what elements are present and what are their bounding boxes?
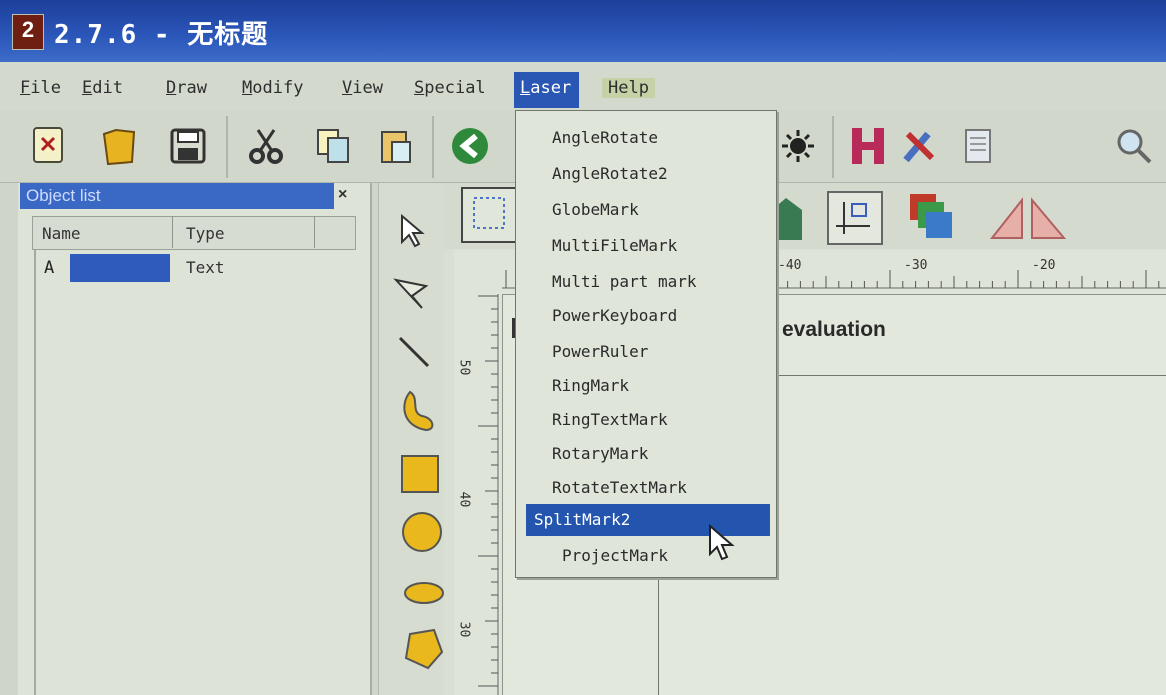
save-icon[interactable] — [166, 124, 210, 168]
draw-toolbox — [378, 183, 445, 695]
menu-modify[interactable]: Modify — [242, 78, 303, 98]
menu-item-powerruler[interactable]: PowerRuler — [552, 342, 648, 361]
app-icon: 2 — [12, 14, 44, 50]
curve-tool-icon[interactable] — [396, 388, 438, 434]
ruler-label: -40 — [778, 258, 802, 273]
ellipse-tool-icon[interactable] — [402, 576, 446, 610]
menu-item-ringmark[interactable]: RingMark — [552, 376, 629, 395]
object-row-name[interactable]: A — [44, 258, 54, 278]
menu-item-ringtextmark[interactable]: RingTextMark — [552, 410, 668, 429]
menu-help[interactable]: Help — [602, 78, 655, 98]
line-tool-icon[interactable] — [394, 332, 434, 372]
toolbar-separator — [226, 116, 228, 178]
back-arrow-icon[interactable] — [448, 124, 492, 168]
ruler-label: 50 — [456, 359, 472, 376]
column-header-name[interactable]: Name — [42, 224, 81, 243]
menu-draw[interactable]: Draw — [166, 78, 207, 98]
menu-item-rotatetextmark[interactable]: RotateTextMark — [552, 478, 687, 497]
menu-item-multipartmark[interactable]: Multi part mark — [552, 272, 697, 291]
rectangle-tool-icon[interactable] — [398, 452, 442, 496]
object-list-title: Object list — [20, 183, 334, 209]
zoom-search-icon[interactable] — [1112, 124, 1156, 168]
node-edit-icon[interactable] — [390, 272, 430, 312]
tools-wrench-icon[interactable] — [898, 124, 942, 168]
paste-icon[interactable] — [374, 124, 418, 168]
canvas-text[interactable]: r evaluation — [768, 318, 886, 342]
window-title: 2.7.6 - 无标题 — [54, 20, 269, 50]
menu-view[interactable]: View — [342, 78, 383, 98]
menu-item-powerkeyboard[interactable]: PowerKeyboard — [552, 306, 677, 325]
menu-file[interactable]: File — [20, 78, 61, 98]
mouse-cursor-icon — [709, 524, 735, 561]
h-tool-icon[interactable] — [846, 124, 890, 168]
panel-border — [34, 250, 36, 695]
menu-item-anglerotate2[interactable]: AngleRotate2 — [552, 164, 668, 183]
select-group-icon[interactable] — [460, 186, 520, 244]
ruler-label: 40 — [456, 491, 472, 508]
open-folder-icon[interactable] — [98, 124, 142, 168]
toolbar-separator — [832, 116, 834, 178]
ruler-label: 30 — [456, 621, 472, 638]
mirror-icon[interactable] — [988, 192, 1068, 242]
layer-color-icon[interactable] — [904, 190, 960, 246]
circle-tool-icon[interactable] — [400, 510, 444, 554]
menu-item-anglerotate[interactable]: AngleRotate — [552, 128, 658, 147]
object-row-type[interactable]: Text — [186, 258, 225, 277]
new-file-icon[interactable] — [28, 124, 72, 168]
ruler-label: -20 — [1032, 258, 1056, 273]
menu-item-globemark[interactable]: GlobeMark — [552, 200, 639, 219]
menu-item-multifilemark[interactable]: MultiFileMark — [552, 236, 677, 255]
copy-icon[interactable] — [312, 124, 356, 168]
select-arrow-icon[interactable] — [392, 210, 432, 250]
menu-laser[interactable]: Laser — [514, 72, 580, 108]
menu-special[interactable]: Special — [414, 78, 486, 98]
column-header-type[interactable]: Type — [186, 224, 225, 243]
menu-item-projectmark[interactable]: ProjectMark — [562, 546, 668, 565]
ruler-label: -30 — [904, 258, 928, 273]
polygon-tool-icon[interactable] — [402, 626, 446, 672]
sun-light-icon[interactable] — [776, 124, 820, 168]
document-icon[interactable] — [956, 124, 1000, 168]
menu-item-rotarymark[interactable]: RotaryMark — [552, 444, 648, 463]
column-divider[interactable] — [172, 216, 173, 248]
menu-item-splitmark2[interactable]: SplitMark2 — [534, 510, 630, 529]
toolbar-separator — [432, 116, 434, 178]
close-icon[interactable]: × — [338, 186, 347, 204]
cut-icon[interactable] — [244, 124, 288, 168]
object-row-selection[interactable] — [70, 254, 170, 282]
align-icon[interactable] — [826, 190, 884, 246]
column-divider[interactable] — [314, 216, 315, 248]
menu-edit[interactable]: Edit — [82, 78, 123, 98]
